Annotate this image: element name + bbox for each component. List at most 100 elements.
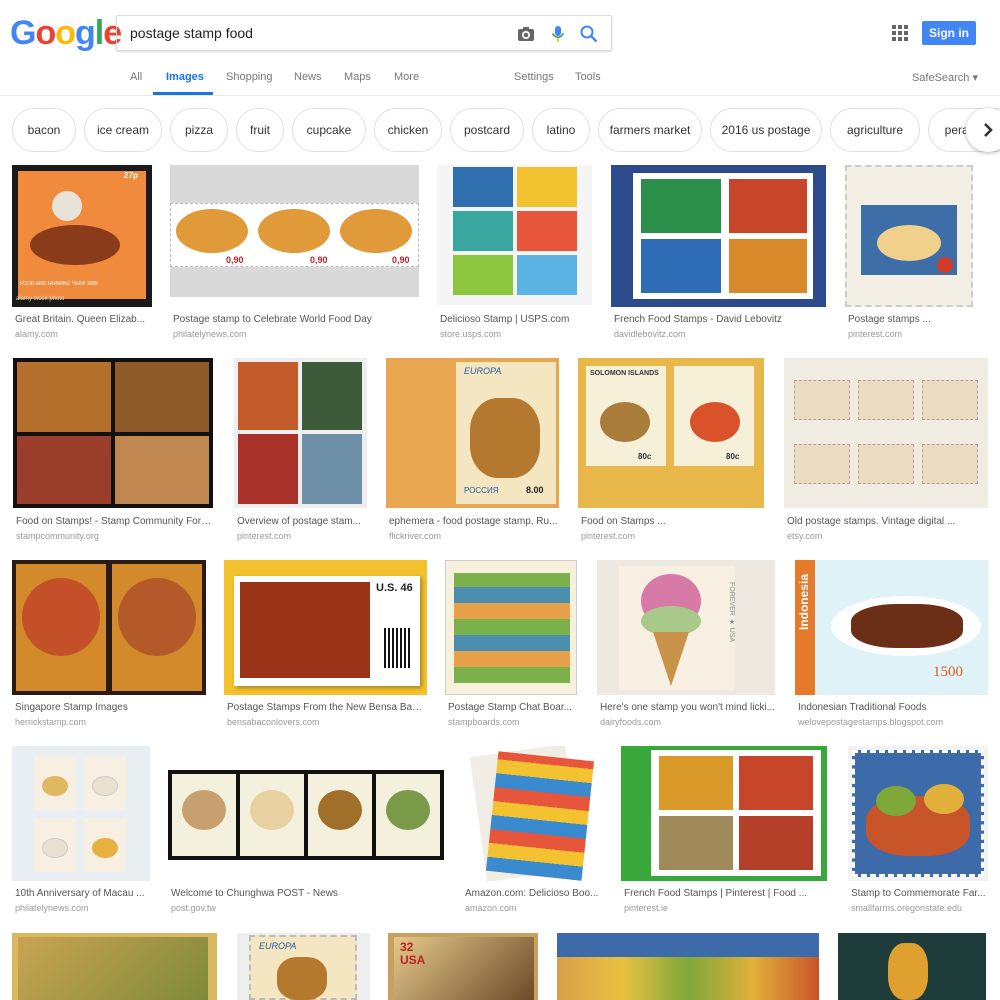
logo-letter: o — [55, 14, 76, 52]
result-thumbnail[interactable] — [845, 165, 973, 307]
related-searches-chips: bacon ice cream pizza fruit cupcake chicken po… — [0, 108, 1000, 154]
result-caption: Food on Stamps ... — [581, 516, 666, 527]
related-search-chip[interactable]: fruit — [236, 108, 284, 152]
result-caption: Food on Stamps! - Stamp Community Foru..… — [16, 516, 214, 527]
stamp-price: 80c — [638, 452, 652, 461]
result-domain: pinterest.ie — [624, 903, 669, 913]
result-domain: philatelynews.com — [15, 903, 89, 913]
result-thumbnail[interactable]: 0,90 0,90 0,90 — [170, 165, 419, 297]
search-box[interactable]: postage stamp food — [116, 15, 612, 51]
result-thumbnail[interactable]: U.S. 46 — [224, 560, 427, 695]
result-thumbnail[interactable] — [784, 358, 988, 508]
result-thumbnail[interactable] — [445, 560, 577, 695]
sign-in-button[interactable]: Sign in — [922, 21, 976, 45]
stamp-label: EUROPA — [464, 366, 502, 376]
result-domain: alamy.com — [15, 329, 58, 339]
stamp-country: РОССИЯ — [464, 486, 499, 495]
result-domain: pinterest.com — [237, 531, 292, 541]
result-thumbnail[interactable]: 27p FOOD AND FARMING YEAR 1989 alamy sto… — [12, 165, 152, 307]
result-thumbnail[interactable] — [437, 165, 592, 305]
result-domain: welovepostagestamps.blogspot.com — [798, 717, 944, 727]
logo-letter: l — [94, 14, 105, 52]
result-thumbnail[interactable] — [13, 358, 213, 508]
tab-shopping[interactable]: Shopping — [226, 71, 273, 83]
result-thumbnail[interactable]: FOREVER ★ USA — [597, 560, 775, 695]
tab-settings[interactable]: Settings — [514, 71, 554, 83]
result-domain: herrickstamp.com — [15, 717, 87, 727]
result-caption: Amazon.com: Delicioso Boo... — [465, 888, 599, 899]
result-caption: Postage Stamp Chat Boar... — [448, 702, 572, 713]
related-search-chip[interactable]: cupcake — [292, 108, 366, 152]
result-domain: philatelynews.com — [173, 329, 247, 339]
result-thumbnail[interactable] — [838, 933, 986, 1000]
result-thumbnail[interactable] — [234, 358, 367, 508]
result-domain: stampcommunity.org — [16, 531, 99, 541]
result-caption: Postage stamps ... — [848, 314, 931, 325]
result-caption: Stamp to Commemorate Far... — [851, 888, 986, 899]
microphone-icon[interactable] — [548, 24, 568, 44]
related-search-chip[interactable]: 2016 us postage — [710, 108, 822, 152]
result-domain: stampboards.com — [448, 717, 520, 727]
result-thumbnail[interactable]: Indonesia 1500 — [795, 560, 988, 695]
result-thumbnail[interactable] — [168, 746, 444, 881]
result-domain: etsy.com — [787, 531, 823, 541]
stamp-country: SOLOMON ISLANDS — [590, 370, 659, 377]
search-icon[interactable] — [579, 24, 599, 44]
result-thumbnail[interactable] — [611, 165, 826, 307]
result-thumbnail[interactable]: SOLOMON ISLANDS 80c 80c — [578, 358, 764, 508]
result-caption: Singapore Stamp Images — [15, 702, 128, 713]
tab-maps[interactable]: Maps — [344, 71, 371, 83]
result-thumbnail[interactable] — [462, 746, 602, 881]
related-search-chip[interactable]: chicken — [374, 108, 442, 152]
result-domain: davidlebovitz.com — [614, 329, 686, 339]
result-caption: 10th Anniversary of Macau ... — [15, 888, 145, 899]
google-logo[interactable]: Google — [10, 14, 122, 53]
logo-letter: g — [75, 14, 96, 52]
result-thumbnail[interactable] — [12, 560, 206, 695]
result-caption: Great Britain. Queen Elizab... — [15, 314, 146, 325]
stamp-price: 32 USA — [400, 940, 426, 967]
result-caption: Welcome to Chunghwa POST - News — [171, 888, 338, 899]
result-thumbnail[interactable] — [621, 746, 827, 881]
safesearch-dropdown[interactable]: SafeSearch ▾ — [912, 71, 978, 84]
related-search-chip[interactable]: agriculture — [830, 108, 920, 152]
result-thumbnail[interactable] — [557, 933, 819, 1000]
result-caption: ephemera - food postage stamp, Ru... — [389, 516, 558, 527]
result-thumbnail[interactable]: EUROPA — [237, 933, 370, 1000]
tab-images[interactable]: Images — [166, 71, 204, 83]
related-search-chip[interactable]: pizza — [170, 108, 228, 152]
stamp-country: Indonesia — [797, 574, 811, 631]
result-caption: Overview of postage stam... — [237, 516, 361, 527]
result-domain: amazon.com — [465, 903, 517, 913]
related-search-chip[interactable]: latino — [532, 108, 590, 152]
related-search-chip[interactable]: ice cream — [84, 108, 162, 152]
related-search-chip[interactable]: bacon — [12, 108, 76, 152]
stamp-price: 0,90 — [226, 255, 244, 265]
tab-tools[interactable]: Tools — [575, 71, 601, 83]
tab-more[interactable]: More — [394, 71, 419, 83]
search-input[interactable]: postage stamp food — [130, 25, 253, 41]
apps-grid-icon[interactable] — [892, 25, 908, 41]
logo-letter: o — [35, 14, 56, 52]
tab-news[interactable]: News — [294, 71, 322, 83]
camera-icon[interactable] — [516, 24, 536, 44]
result-thumbnail[interactable] — [848, 746, 988, 881]
result-thumbnail[interactable] — [12, 746, 150, 881]
result-caption: French Food Stamps - David Lebovitz — [614, 314, 782, 325]
result-domain: post.gov.tw — [171, 903, 216, 913]
stamp-value: 27p — [124, 171, 138, 180]
stamp-price: 80c — [726, 452, 740, 461]
result-caption: French Food Stamps | Pinterest | Food ..… — [624, 888, 808, 899]
stamp-price: U.S. 46 — [376, 582, 413, 594]
result-thumbnail[interactable] — [12, 933, 217, 1000]
related-search-chip[interactable]: farmers market — [598, 108, 702, 152]
tab-all[interactable]: All — [130, 71, 142, 83]
stamp-label: EUROPA — [259, 941, 297, 951]
result-thumbnail[interactable]: 32 USA — [388, 933, 538, 1000]
result-caption: Old postage stamps. Vintage digital ... — [787, 516, 956, 527]
logo-letter: G — [10, 14, 36, 52]
result-thumbnail[interactable]: EUROPA РОССИЯ 8.00 — [386, 358, 559, 508]
related-search-chip[interactable]: postcard — [450, 108, 524, 152]
result-domain: pinterest.com — [581, 531, 636, 541]
stamp-price: 0,90 — [310, 255, 328, 265]
